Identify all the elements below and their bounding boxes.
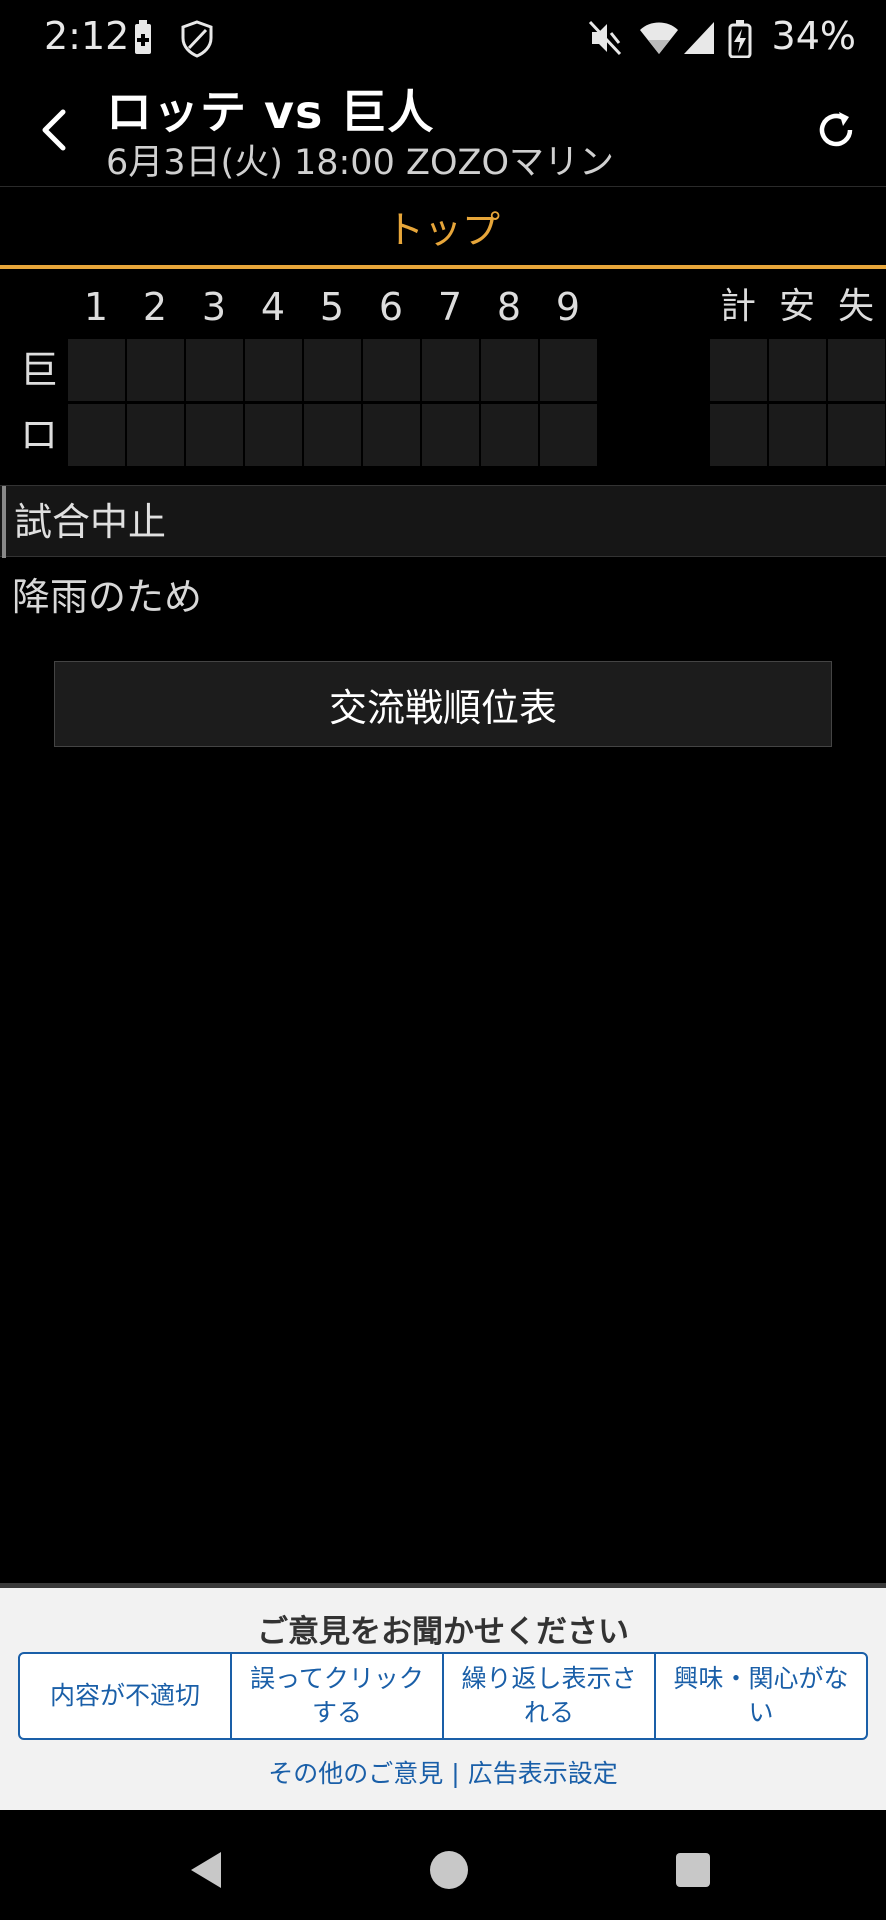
inning-header: 5 xyxy=(319,285,345,329)
refresh-button[interactable] xyxy=(804,98,868,162)
mute-icon xyxy=(588,20,622,60)
inning-header: 9 xyxy=(555,285,581,329)
feedback-title: ご意見をお聞かせください xyxy=(257,1614,629,1650)
score-cell xyxy=(304,339,361,401)
score-cell xyxy=(304,404,361,466)
app-header: ロッテ vs 巨人 6月3日(火) 18:00 ZOZOマリン xyxy=(0,76,886,186)
nav-recents-icon xyxy=(676,1853,710,1887)
tab-bar: トップ xyxy=(0,187,886,269)
battery-percent: 34% xyxy=(771,14,856,58)
total-cell xyxy=(769,339,826,401)
score-cell xyxy=(422,339,479,401)
tab-active-indicator xyxy=(0,265,886,269)
nav-back-icon xyxy=(191,1852,221,1888)
total-runs-header: 計 xyxy=(719,286,756,327)
score-cell xyxy=(186,339,243,401)
score-cell xyxy=(186,404,243,466)
back-button[interactable] xyxy=(22,98,86,162)
feedback-not-interested-button[interactable]: 興味・関心がない xyxy=(656,1654,866,1738)
feedback-misclick-button[interactable]: 誤ってクリックする xyxy=(232,1654,444,1738)
score-cell xyxy=(245,404,302,466)
standings-button[interactable]: 交流戦順位表 xyxy=(54,661,832,747)
tab-top[interactable]: トップ xyxy=(0,187,886,265)
nav-back-button[interactable] xyxy=(175,1840,235,1900)
team-label-marines: ロ xyxy=(19,413,58,457)
score-cell xyxy=(127,404,184,466)
ad-feedback-panel: ご意見をお聞かせください 内容が不適切 誤ってクリックする 繰り返し表示される … xyxy=(0,1583,886,1810)
total-cell xyxy=(828,339,885,401)
score-cell xyxy=(481,404,538,466)
score-cell xyxy=(68,339,125,401)
score-cell xyxy=(363,404,420,466)
feedback-repetitive-button[interactable]: 繰り返し表示される xyxy=(444,1654,656,1738)
page-title: ロッテ vs 巨人 xyxy=(106,85,435,139)
inning-header: 7 xyxy=(437,285,463,329)
inning-header: 1 xyxy=(83,285,109,329)
system-nav-bar xyxy=(0,1810,886,1920)
score-cell xyxy=(127,339,184,401)
hits-header: 安 xyxy=(778,286,815,327)
score-cell xyxy=(68,404,125,466)
status-accent-bar xyxy=(2,486,6,558)
nav-home-icon xyxy=(430,1851,468,1889)
shield-icon xyxy=(180,20,214,62)
signal-icon xyxy=(682,20,716,60)
inning-header: 2 xyxy=(142,285,168,329)
score-cell xyxy=(422,404,479,466)
other-feedback-link[interactable]: その他のご意見 xyxy=(268,1759,443,1788)
score-cell xyxy=(363,339,420,401)
total-cell xyxy=(769,404,826,466)
ad-settings-link[interactable]: 広告表示設定 xyxy=(468,1759,618,1788)
total-cell xyxy=(710,339,767,401)
cancel-reason: 降雨のため xyxy=(12,575,203,619)
game-status: 試合中止 xyxy=(14,500,167,544)
inning-header: 8 xyxy=(496,285,522,329)
nav-home-button[interactable] xyxy=(419,1840,479,1900)
nav-recents-button[interactable] xyxy=(663,1840,723,1900)
back-arrow-icon xyxy=(42,109,66,151)
inning-header: 3 xyxy=(201,285,227,329)
score-cell xyxy=(540,339,597,401)
inning-header: 4 xyxy=(260,285,286,329)
link-separator: | xyxy=(451,1759,460,1788)
status-time: 2:12 xyxy=(44,14,130,58)
inning-header: 6 xyxy=(378,285,404,329)
total-cell xyxy=(710,404,767,466)
status-bar: 2:12 34% xyxy=(0,0,886,76)
wifi-icon xyxy=(638,20,680,60)
total-cell xyxy=(828,404,885,466)
game-info: 6月3日(火) 18:00 ZOZOマリン xyxy=(106,143,615,183)
feedback-links: その他のご意見 | 広告表示設定 xyxy=(0,1754,886,1790)
game-status-row: 試合中止 xyxy=(0,485,886,558)
feedback-inappropriate-button[interactable]: 内容が不適切 xyxy=(20,1654,232,1738)
scoreboard: 1 2 3 4 5 6 7 8 9 計 安 失 巨 ロ xyxy=(0,282,886,472)
team-label-giants: 巨 xyxy=(19,348,58,392)
score-cell xyxy=(245,339,302,401)
score-cell xyxy=(540,404,597,466)
feedback-options: 内容が不適切 誤ってクリックする 繰り返し表示される 興味・関心がない xyxy=(18,1652,868,1740)
score-cell xyxy=(481,339,538,401)
refresh-icon xyxy=(819,112,853,147)
errors-header: 失 xyxy=(837,286,874,327)
battery-charging-icon xyxy=(728,20,752,62)
battery-saver-icon xyxy=(132,20,154,60)
